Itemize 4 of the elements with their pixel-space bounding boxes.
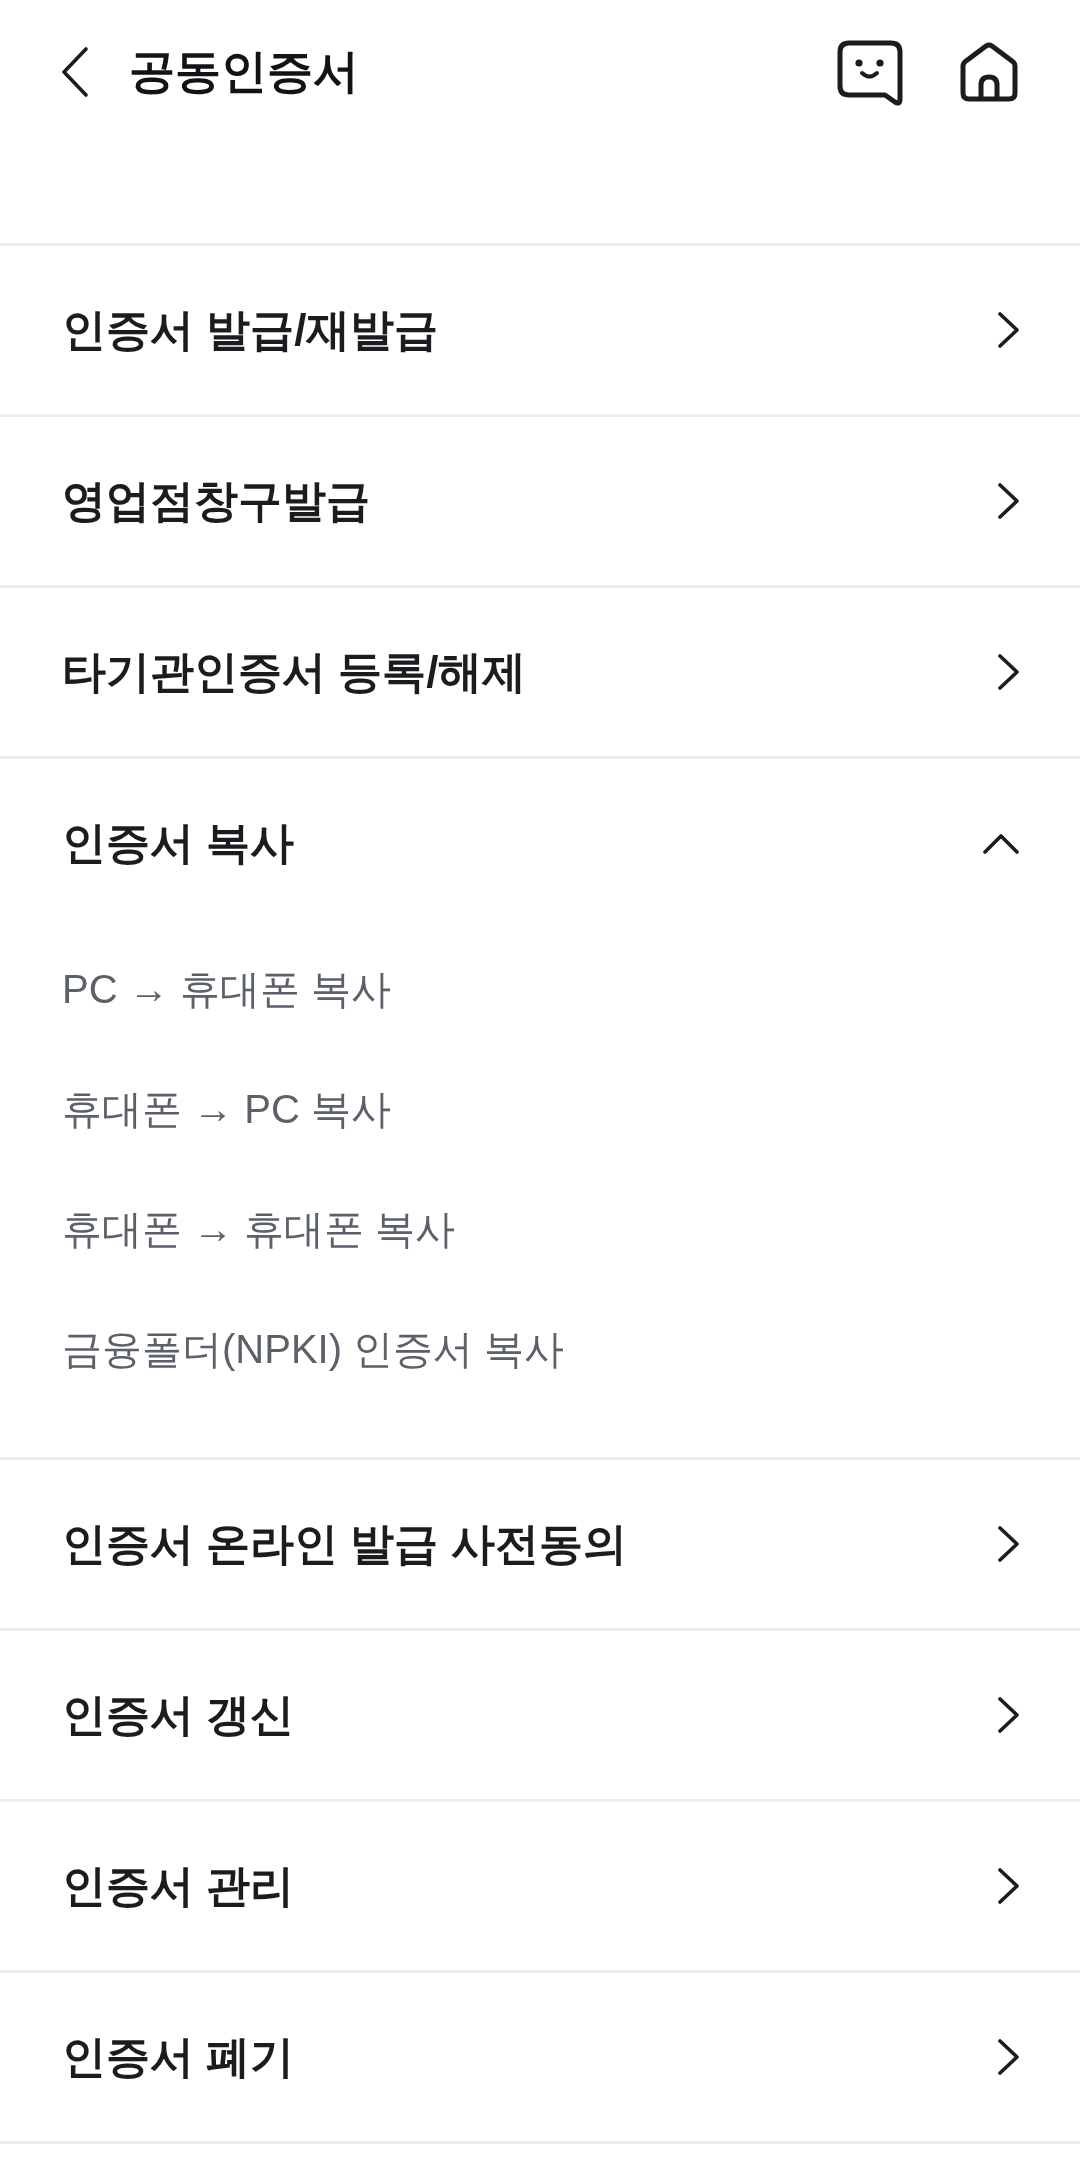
smiley-chat-icon[interactable] [837, 39, 903, 106]
page-title: 공동인증서 [129, 43, 359, 99]
back-icon[interactable] [61, 45, 89, 98]
home-icon[interactable] [959, 41, 1019, 102]
